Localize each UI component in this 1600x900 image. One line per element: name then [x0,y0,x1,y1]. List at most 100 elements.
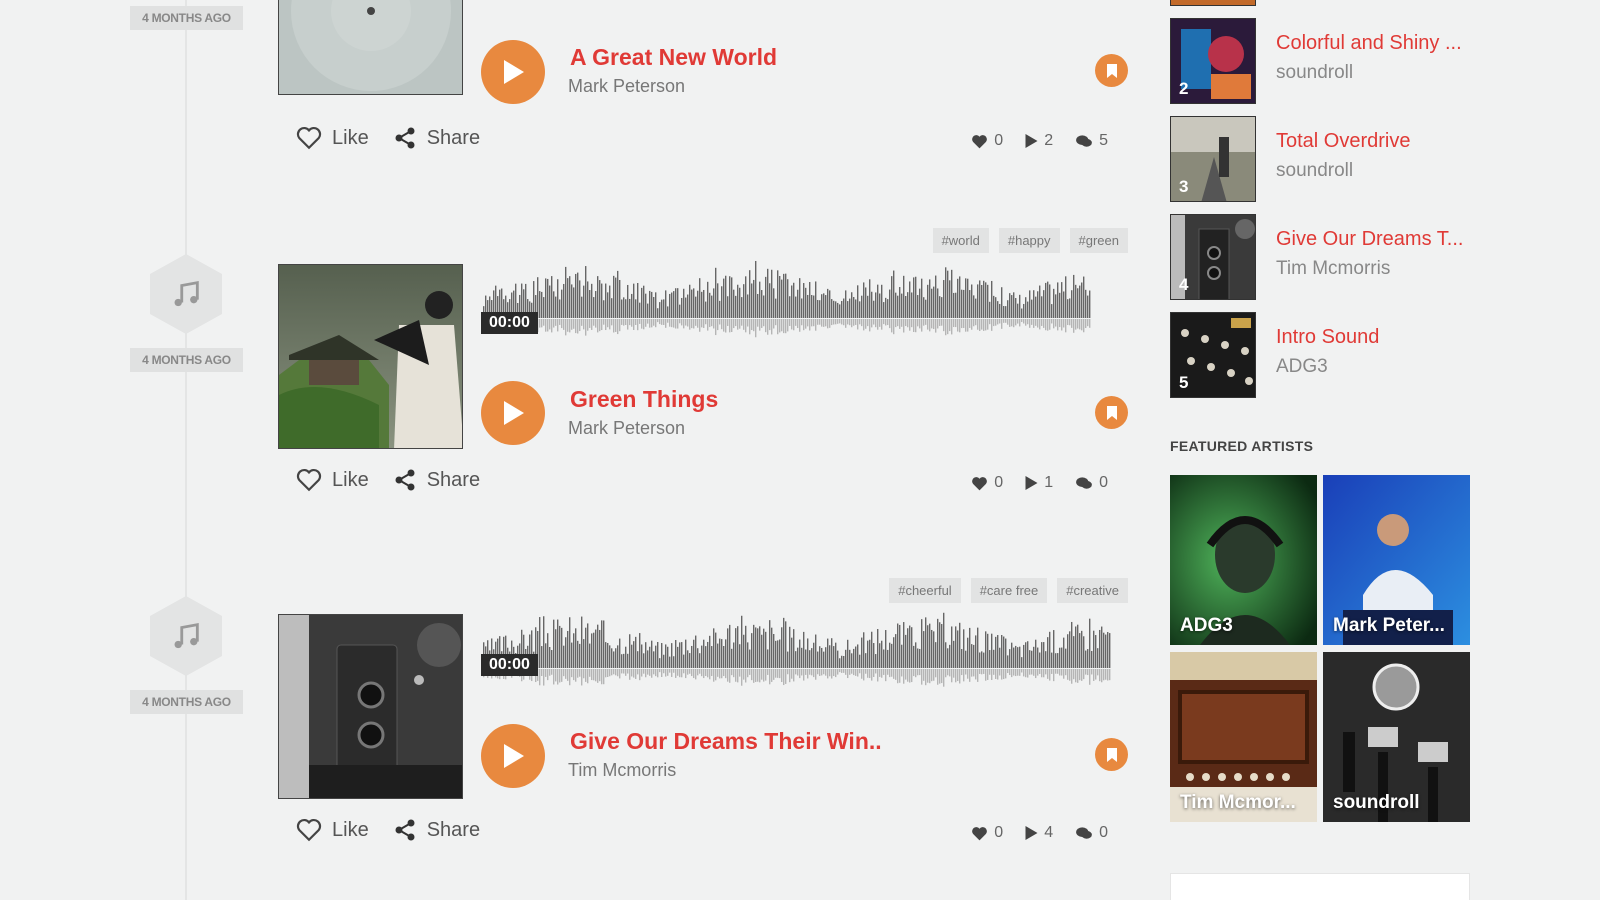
share-icon [395,819,415,841]
play-count-icon [1025,476,1038,490]
heart-icon [972,476,988,490]
chart-item[interactable]: 4 Give Our Dreams T... Tim Mcmorris [1170,214,1470,300]
chart-artist[interactable]: soundroll [1276,160,1353,182]
chart-thumbnail[interactable]: 5 [1170,312,1256,398]
comments-value: 0 [1099,824,1108,841]
track-artist[interactable]: Tim Mcmorris [568,760,676,781]
waveform[interactable] [481,0,1121,10]
comment-icon [1076,135,1092,147]
plays-value: 2 [1044,132,1054,149]
chart-item[interactable]: 2 Colorful and Shiny ... soundroll [1170,18,1470,104]
track-card: #world #happy #green 00:00 Green Things … [278,228,1128,458]
heart-outline-icon [296,468,322,492]
waveform[interactable] [481,256,1121,356]
like-button[interactable]: Like [296,126,369,150]
music-note-icon [150,596,222,676]
track-title[interactable]: A Great New World [570,44,777,71]
plays-count: 2 [1025,132,1053,150]
share-icon [395,127,415,149]
track-cover[interactable] [278,614,463,799]
likes-value: 0 [994,474,1004,491]
share-button[interactable]: Share [393,126,480,150]
chart-item[interactable]: 3 Total Overdrive soundroll [1170,116,1470,202]
play-icon [504,744,524,768]
heart-icon [972,134,988,148]
track-card: A Great New World Mark Peterson Like Sha… [278,0,1128,150]
track-stats: 0 4 0 [971,824,1108,842]
likes-count: 0 [971,132,1003,150]
artist-name: soundroll [1333,792,1420,813]
track-artist[interactable]: Mark Peterson [568,418,685,439]
share-button[interactable]: Share [393,468,480,492]
tag[interactable]: #cheerful [889,578,961,603]
share-button[interactable]: Share [393,818,480,842]
comments-count: 0 [1075,474,1108,492]
chart-item[interactable] [1170,0,1470,6]
comment-icon [1076,827,1092,839]
like-label: Like [332,126,369,149]
bookmark-button[interactable] [1095,396,1128,429]
comments-count: 5 [1075,132,1108,150]
tag[interactable]: #world [932,228,989,253]
tag[interactable]: #creative [1057,578,1128,603]
like-button[interactable]: Like [296,818,369,842]
chart-title[interactable]: Colorful and Shiny ... [1276,32,1462,55]
play-button[interactable] [481,40,545,104]
sidebar: 2 Colorful and Shiny ... soundroll 3 Tot… [1170,0,1470,900]
artist-name: Mark Peter... [1333,615,1445,636]
artist-tile[interactable]: soundroll [1323,652,1470,822]
heart-outline-icon [296,818,322,842]
artist-name: Tim Mcmor... [1180,792,1296,813]
chart-thumbnail[interactable]: 3 [1170,116,1256,202]
artist-tile[interactable]: ADG3 [1170,475,1317,645]
likes-count: 0 [971,474,1003,492]
track-stats: 0 2 5 [971,132,1108,150]
track-stats: 0 1 0 [971,474,1108,492]
chart-thumbnail[interactable] [1170,0,1256,6]
tag[interactable]: #happy [998,228,1060,253]
chart-title[interactable]: Total Overdrive [1276,130,1411,153]
artist-tile[interactable]: Tim Mcmor... [1170,652,1317,822]
chart-title[interactable]: Give Our Dreams T... [1276,228,1463,251]
plays-count: 1 [1025,474,1053,492]
track-title[interactable]: Give Our Dreams Their Win.. [570,728,882,755]
heart-outline-icon [296,126,322,150]
track-title[interactable]: Green Things [570,386,718,413]
heart-icon [972,826,988,840]
featured-artists-heading: FEATURED ARTISTS [1170,438,1314,454]
chart-title[interactable]: Intro Sound [1276,326,1379,349]
bookmark-button[interactable] [1095,54,1128,87]
likes-value: 0 [994,824,1004,841]
likes-count: 0 [971,824,1003,842]
track-cover[interactable] [278,0,463,95]
play-button[interactable] [481,381,545,445]
waveform[interactable] [481,606,1121,706]
play-button[interactable] [481,724,545,788]
bookmark-icon [1106,747,1117,762]
like-button[interactable]: Like [296,468,369,492]
track-actions: Like Share [296,818,480,842]
like-label: Like [332,818,369,841]
chart-artist[interactable]: Tim Mcmorris [1276,258,1390,280]
play-count-icon [1025,826,1038,840]
share-label: Share [426,468,481,491]
track-card: #cheerful #care free #creative 00:00 Giv… [278,578,1128,808]
chart-thumbnail[interactable]: 2 [1170,18,1256,104]
tag[interactable]: #green [1069,228,1128,253]
chart-artist[interactable]: ADG3 [1276,356,1328,378]
chart-thumbnail[interactable]: 4 [1170,214,1256,300]
track-cover[interactable] [278,264,463,449]
sidebar-widget [1170,873,1470,900]
artist-name: ADG3 [1180,615,1233,636]
time-badge: 4 MONTHS AGO [130,6,243,30]
chart-rank: 5 [1179,373,1189,392]
comments-count: 0 [1075,824,1108,842]
chart-artist[interactable]: soundroll [1276,62,1353,84]
track-footer: Like Share 0 4 0 [278,818,1128,848]
artist-tile[interactable]: Mark Peter... [1323,475,1470,645]
tag[interactable]: #care free [970,578,1048,603]
chart-item[interactable]: 5 Intro Sound ADG3 [1170,312,1470,398]
chart-rank: 2 [1179,79,1189,98]
track-artist[interactable]: Mark Peterson [568,76,685,97]
bookmark-button[interactable] [1095,738,1128,771]
